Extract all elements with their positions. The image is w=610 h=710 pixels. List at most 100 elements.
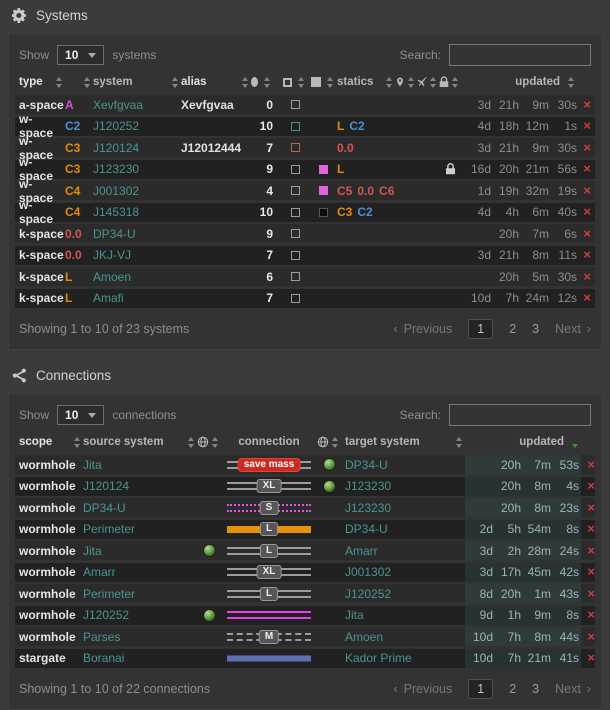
col-header-system[interactable]: system: [93, 76, 181, 88]
target-system-link[interactable]: Amoen: [341, 630, 465, 644]
delete-connection-button[interactable]: ×: [587, 586, 595, 601]
pagination-page-2[interactable]: 2: [509, 322, 516, 336]
target-system-link[interactable]: J120252: [341, 587, 465, 601]
sort-desc-icon[interactable]: [572, 437, 579, 448]
target-system-link[interactable]: Jita: [341, 608, 465, 622]
connections-search-input[interactable]: [449, 404, 591, 426]
sort-icon[interactable]: [188, 437, 195, 448]
col-header-target-space[interactable]: [317, 436, 341, 448]
system-name-link[interactable]: Amoen: [93, 270, 181, 284]
sort-icon[interactable]: [386, 77, 393, 88]
sort-icon[interactable]: [327, 77, 334, 88]
sort-icon[interactable]: [84, 77, 91, 88]
col-header-locked[interactable]: [439, 76, 461, 88]
connection-bar[interactable]: XL: [227, 565, 311, 579]
sort-icon[interactable]: [430, 77, 437, 88]
target-system-link[interactable]: J123230: [341, 479, 465, 493]
sort-icon[interactable]: [242, 77, 249, 88]
sort-icon[interactable]: [264, 77, 271, 88]
pagination-page-2[interactable]: 2: [509, 682, 516, 696]
system-name-link[interactable]: Xevfgvaa: [93, 98, 181, 112]
pagination-page-1[interactable]: 1: [468, 679, 493, 699]
delete-connection-button[interactable]: ×: [587, 457, 595, 472]
connection-bar[interactable]: M: [227, 630, 311, 644]
connections-page-size-select[interactable]: 10: [57, 405, 104, 425]
source-system-link[interactable]: Parses: [83, 630, 197, 644]
delete-system-button[interactable]: ×: [583, 204, 591, 219]
delete-connection-button[interactable]: ×: [587, 629, 595, 644]
col-header-source[interactable]: source system: [83, 436, 197, 448]
connection-bar[interactable]: L: [227, 522, 311, 536]
pagination-previous[interactable]: ‹Previous: [393, 322, 452, 336]
sort-icon[interactable]: [568, 77, 575, 88]
connection-bar[interactable]: S: [227, 501, 311, 515]
col-header-security[interactable]: [65, 77, 93, 88]
sort-icon[interactable]: [456, 437, 463, 448]
col-header-source-space[interactable]: [197, 436, 221, 448]
delete-connection-button[interactable]: ×: [587, 650, 595, 665]
sort-icon[interactable]: [212, 437, 219, 448]
system-name-link[interactable]: J145318: [93, 205, 181, 219]
col-header-status-filled[interactable]: [309, 77, 337, 88]
delete-system-button[interactable]: ×: [583, 118, 591, 133]
sort-icon[interactable]: [298, 77, 305, 88]
connection-bar[interactable]: [227, 608, 311, 622]
col-header-updated[interactable]: updated: [465, 436, 581, 448]
target-system-link[interactable]: J123230: [341, 501, 465, 515]
target-system-link[interactable]: DP34-U: [341, 522, 465, 536]
delete-connection-button[interactable]: ×: [587, 500, 595, 515]
pagination-next[interactable]: Next›: [555, 322, 591, 336]
systems-page-size-select[interactable]: 10: [57, 45, 104, 65]
connection-bar[interactable]: L: [227, 587, 311, 601]
delete-system-button[interactable]: ×: [583, 290, 591, 305]
delete-system-button[interactable]: ×: [583, 269, 591, 284]
sort-icon[interactable]: [172, 77, 179, 88]
connection-bar[interactable]: L: [227, 544, 311, 558]
col-header-location[interactable]: [395, 76, 417, 88]
col-header-ship[interactable]: [417, 76, 439, 88]
delete-connection-button[interactable]: ×: [587, 543, 595, 558]
system-name-link[interactable]: J123230: [93, 162, 181, 176]
col-header-statics[interactable]: statics: [337, 76, 395, 88]
connection-bar[interactable]: save mass: [227, 458, 311, 472]
system-name-link[interactable]: Amafi: [93, 291, 181, 305]
delete-connection-button[interactable]: ×: [587, 564, 595, 579]
source-system-link[interactable]: J120124: [83, 479, 197, 493]
delete-connection-button[interactable]: ×: [587, 607, 595, 622]
delete-system-button[interactable]: ×: [583, 247, 591, 262]
source-system-link[interactable]: Perimeter: [83, 522, 197, 536]
sort-icon[interactable]: [56, 77, 63, 88]
delete-system-button[interactable]: ×: [583, 97, 591, 112]
sort-icon[interactable]: [74, 437, 81, 448]
pagination-page-1[interactable]: 1: [468, 319, 493, 339]
source-system-link[interactable]: Jita: [83, 458, 197, 472]
target-system-link[interactable]: Kador Prime: [341, 651, 465, 665]
col-header-alias[interactable]: alias: [181, 76, 251, 88]
systems-search-input[interactable]: [449, 44, 591, 66]
target-system-link[interactable]: Amarr: [341, 544, 465, 558]
delete-system-button[interactable]: ×: [583, 183, 591, 198]
delete-connection-button[interactable]: ×: [587, 521, 595, 536]
system-name-link[interactable]: J120124: [93, 141, 181, 155]
target-system-link[interactable]: DP34-U: [341, 458, 465, 472]
delete-system-button[interactable]: ×: [583, 161, 591, 176]
sort-icon[interactable]: [408, 77, 415, 88]
col-header-pilots[interactable]: [251, 77, 281, 88]
pagination-page-3[interactable]: 3: [532, 322, 539, 336]
system-name-link[interactable]: DP34-U: [93, 227, 181, 241]
sort-icon[interactable]: [332, 437, 339, 448]
col-header-updated[interactable]: updated: [461, 76, 577, 88]
pagination-next[interactable]: Next›: [555, 682, 591, 696]
sort-icon[interactable]: [452, 77, 459, 88]
system-name-link[interactable]: JKJ-VJ: [93, 248, 181, 262]
delete-connection-button[interactable]: ×: [587, 478, 595, 493]
source-system-link[interactable]: Jita: [83, 544, 197, 558]
source-system-link[interactable]: Amarr: [83, 565, 197, 579]
connection-bar[interactable]: XL: [227, 479, 311, 493]
source-system-link[interactable]: DP34-U: [83, 501, 197, 515]
source-system-link[interactable]: J120252: [83, 608, 197, 622]
system-name-link[interactable]: J001302: [93, 184, 181, 198]
col-header-status-open[interactable]: [281, 77, 309, 88]
source-system-link[interactable]: Perimeter: [83, 587, 197, 601]
system-name-link[interactable]: J120252: [93, 119, 181, 133]
